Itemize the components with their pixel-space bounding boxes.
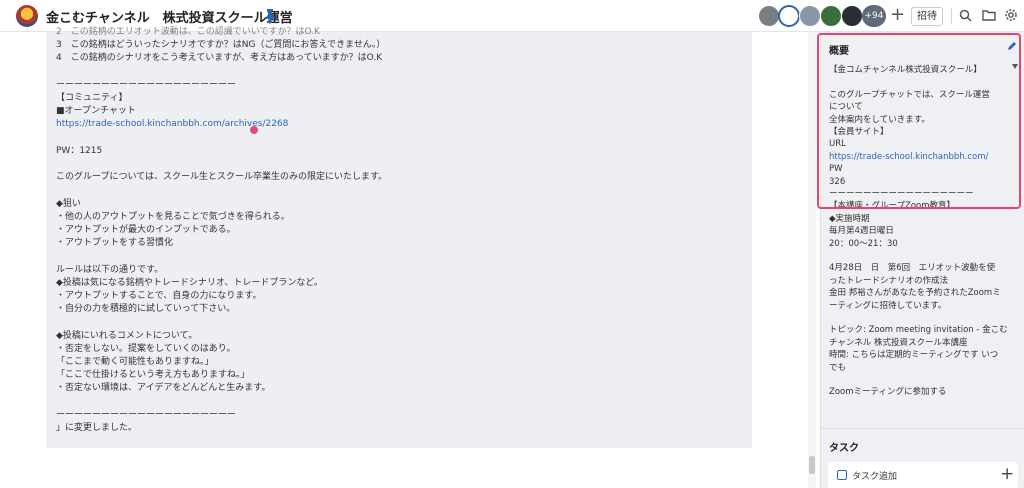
message-line: ・アウトプットが最大のインプットである。 — [56, 225, 236, 235]
folder-icon[interactable] — [982, 9, 996, 21]
more-members-badge[interactable]: +94 — [862, 5, 886, 27]
group-avatar[interactable] — [16, 5, 38, 27]
chat-title: 金こむチャンネル 株式投資スクール運営 — [46, 11, 293, 26]
add-task-label: タスク追加 — [852, 472, 898, 482]
message-line: 3 この銘柄はどういったシナリオですか？はNG（ご質問にお答えできません。） — [56, 40, 386, 51]
overview-line: ◆実施時期 — [829, 213, 870, 224]
task-section-title: タスク — [829, 443, 859, 454]
avatar[interactable] — [778, 5, 800, 27]
overview-line: 20：00〜21：30 — [829, 238, 898, 249]
message-line: ◆狙い — [56, 198, 81, 209]
message-line: PW：1215 — [56, 145, 103, 156]
overview-line: 毎月第4週日曜日 — [829, 226, 894, 237]
overview-line: でも — [829, 362, 847, 373]
pin-icon[interactable] — [264, 8, 276, 24]
overview-line: チャンネル 株式投資スクール本講座 — [829, 337, 968, 348]
highlight-box — [817, 33, 1021, 209]
overview-line: 時間: こちらは定期的ミーティングです いつ — [829, 350, 999, 361]
message-line: ◆投稿にいれるコメントについて。 — [56, 330, 198, 341]
avatar[interactable] — [799, 5, 821, 27]
avatar[interactable] — [820, 5, 842, 27]
add-member-plus-icon[interactable]: + — [890, 5, 905, 25]
overview-line: Zoomミーティングに参加する — [829, 387, 947, 398]
message-line: 「ここまで動く可能性もありますね。」 — [56, 357, 214, 367]
overview-line: ったトレードシナリオの作成法 — [829, 275, 949, 286]
message-line: 2 この銘柄のエリオット波動は、この認識でいいですか？はO.K — [56, 27, 320, 37]
avatar[interactable] — [758, 5, 780, 27]
message-line: 4 この銘柄のシナリオをこう考えていますが、考え方はあっていますか？はO.K — [56, 53, 383, 64]
task-checkbox-icon — [837, 470, 847, 480]
avatar[interactable] — [841, 5, 863, 27]
overview-line: ーティングに招待しています。 — [829, 300, 947, 311]
overview-line: トピック: Zoom meeting invitation - 金こむ — [829, 325, 1008, 336]
cursor-marker — [250, 126, 258, 134]
add-task-plus-icon[interactable]: + — [1000, 464, 1014, 484]
invite-button[interactable]: 招待 — [911, 7, 943, 26]
message-line: ーーーーーーーーーーーーーーーーーーーー — [56, 79, 237, 90]
message-line: ・否定ない環境は、アイデアをどんどんと生みます。 — [56, 383, 271, 394]
message-line: このグループについては、スクール生とスクール卒業生のみの限定にいたします。 — [56, 172, 388, 183]
message-line: ■オープンチャット — [56, 106, 136, 117]
sidebar-divider — [820, 428, 1024, 429]
header-divider — [951, 8, 952, 24]
scrollbar[interactable] — [808, 32, 816, 488]
message-line: ◆投稿は気になる銘柄やトレードシナリオ、トレードプランなど。 — [56, 277, 323, 288]
message-line: ルールは以下の通りです。 — [56, 264, 164, 275]
settings-gear-icon[interactable] — [1004, 8, 1018, 22]
message-line: 」に変更しました。 — [56, 423, 138, 433]
add-task-button[interactable]: タスク追加 + — [828, 462, 1018, 488]
message-line: ・アウトプットすることで、自身の力になります。 — [56, 291, 262, 301]
overview-line: 金田 邦裕さんがあなたを予約されたZoomミ — [829, 288, 1001, 299]
message-line: ーーーーーーーーーーーーーーーーーーーー — [56, 409, 237, 420]
message-line: 【コミュニティ】 — [56, 93, 128, 103]
message-body: 2 この銘柄のエリオット波動は、この認識でいいですか？はO.K 3 この銘柄はどう… — [56, 27, 746, 442]
message-line: ・否定をしない。提案をしていくのはあり。 — [56, 343, 236, 354]
message-line: ・自分の力を積極的に試していって下さい。 — [56, 304, 236, 315]
search-icon[interactable] — [959, 9, 972, 22]
message-line: 「ここで仕掛けるという考え方もありますね。」 — [56, 370, 250, 381]
overview-line: 4月28日 日 第6回 エリオット波動を使 — [829, 263, 996, 274]
message-line: ・他の人のアウトプットを見ることで気づきを得られる。 — [56, 211, 290, 222]
scrollbar-thumb[interactable] — [809, 456, 815, 474]
message-line: ・アウトプットをする習慣化 — [56, 238, 174, 249]
